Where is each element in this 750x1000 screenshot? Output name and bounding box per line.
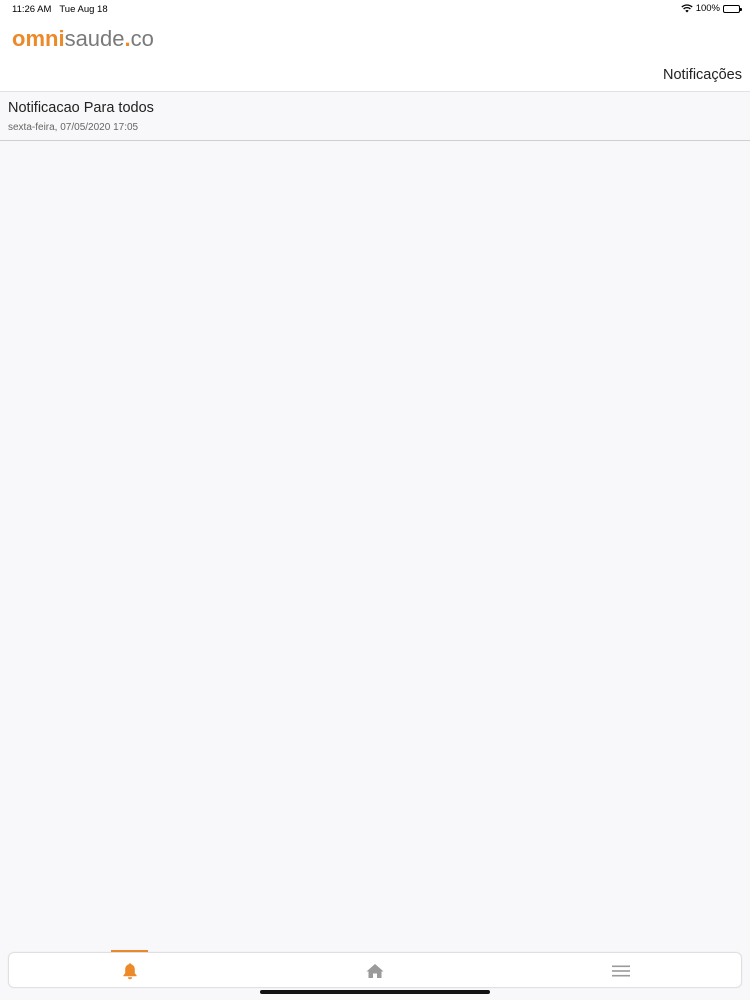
app-header: omnisaude.co Notificações (0, 20, 750, 92)
omnisaude-logo: omnisaude.co (12, 28, 154, 50)
tab-notifications[interactable] (95, 953, 165, 989)
status-time: 11:26 AM Tue Aug 18 (12, 4, 108, 15)
tab-menu[interactable] (586, 953, 656, 989)
home-icon (366, 964, 384, 978)
wifi-icon (681, 4, 693, 13)
status-indicators: 100% (681, 3, 742, 14)
status-date: Tue Aug 18 (59, 4, 108, 15)
status-bar: 11:26 AM Tue Aug 18 100% (0, 0, 750, 20)
notification-list-item[interactable]: Notificacao Para todos sexta-feira, 07/0… (0, 92, 750, 141)
tab-bar (8, 952, 742, 988)
status-clock: 11:26 AM (12, 4, 52, 15)
page-title: Notificações (663, 67, 742, 83)
tab-home[interactable] (340, 953, 410, 989)
logo-saude: saude (64, 26, 125, 51)
logo-omni: omni (12, 26, 65, 51)
bell-icon (123, 963, 137, 980)
logo-co: co (130, 26, 154, 51)
battery-icon (723, 4, 742, 13)
notification-title: Notificacao Para todos (8, 100, 154, 116)
notification-date: sexta-feira, 07/05/2020 17:05 (8, 122, 139, 133)
battery-percent: 100% (695, 3, 720, 14)
menu-icon (612, 965, 630, 977)
home-indicator[interactable] (260, 990, 490, 994)
